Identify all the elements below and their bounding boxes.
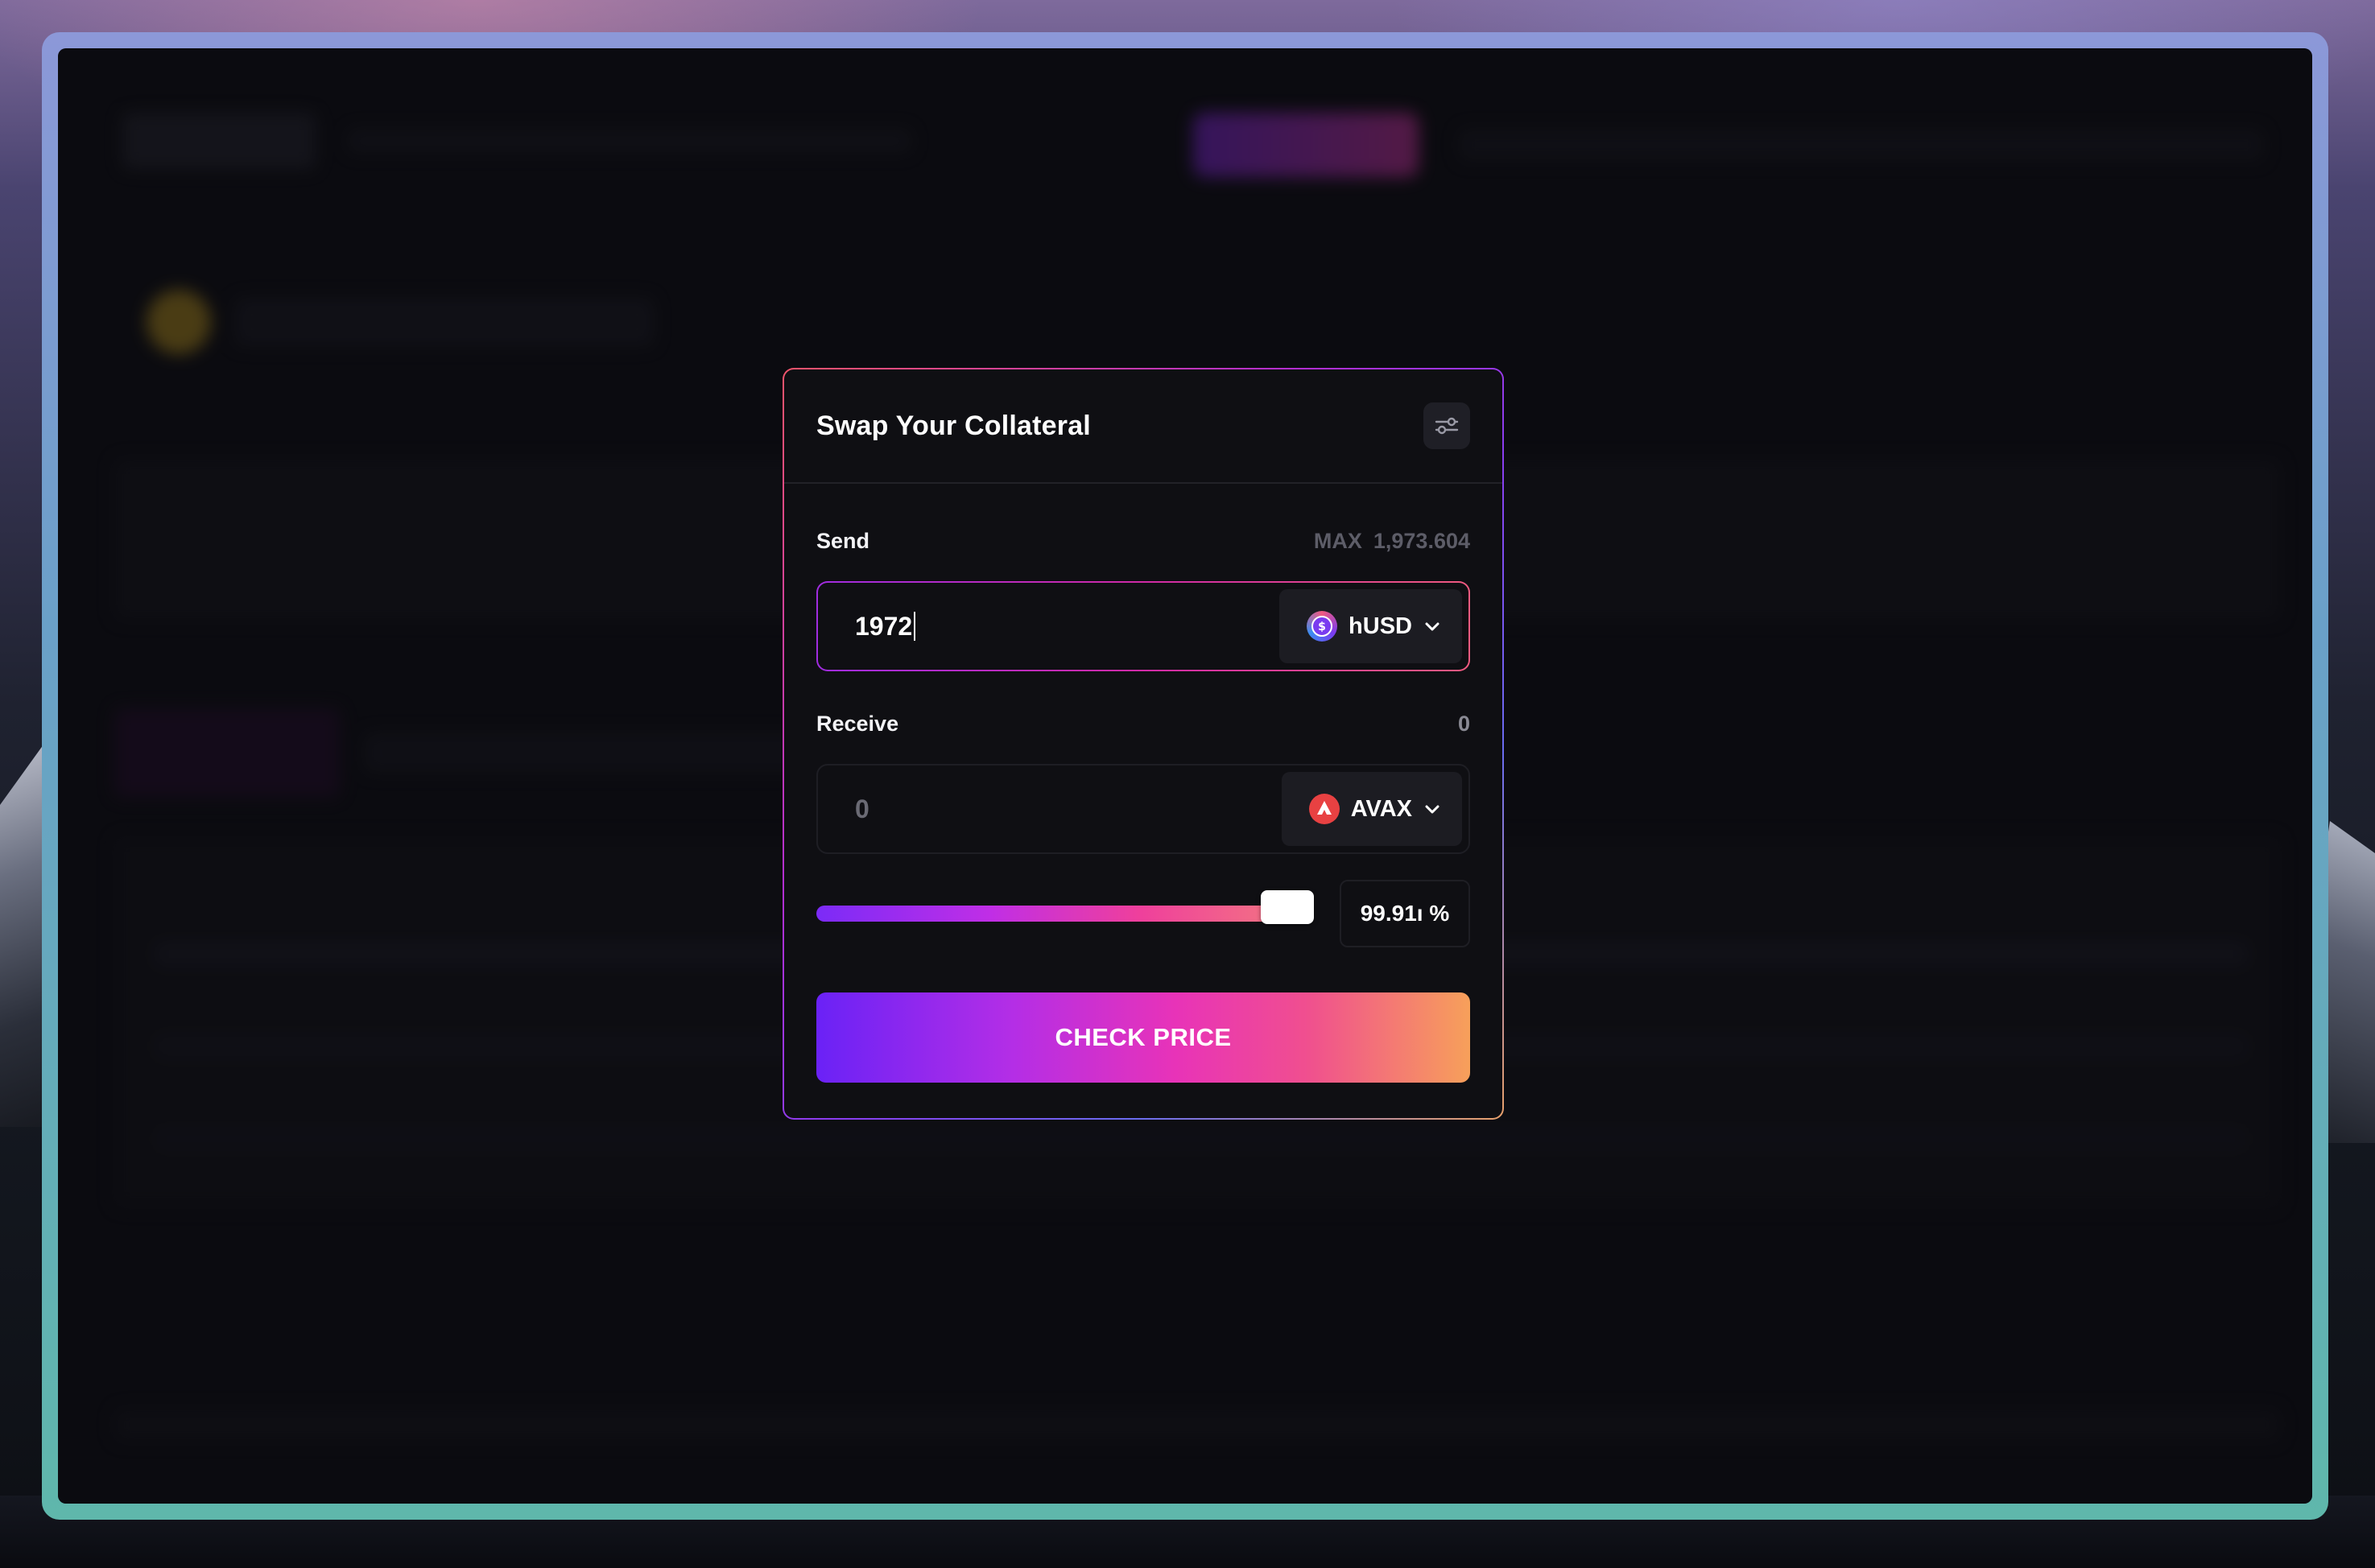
sliders-icon	[1435, 417, 1459, 435]
max-label[interactable]: MAX	[1314, 529, 1362, 554]
max-value: 1,973.604	[1373, 529, 1470, 553]
modal-header: Swap Your Collateral	[784, 369, 1502, 484]
settings-button[interactable]	[1423, 402, 1470, 449]
modal-body: Send MAX 1,973.604 1972 $ hUSD Receive 0…	[784, 484, 1502, 1083]
percent-slider-row: 99.91ı %	[816, 880, 1470, 947]
husd-token-icon: $	[1307, 611, 1338, 642]
chevron-down-icon	[1425, 805, 1439, 814]
receive-amount-input[interactable]: 0	[855, 794, 869, 824]
send-input-box: 1972 $ hUSD	[816, 581, 1470, 671]
text-caret	[914, 612, 916, 641]
receive-amount-value: 0	[855, 794, 869, 823]
send-token-name: hUSD	[1349, 613, 1412, 639]
svg-text:$: $	[1318, 621, 1326, 633]
send-token-selector[interactable]: $ hUSD	[1279, 589, 1462, 663]
percent-slider-track[interactable]	[816, 890, 1314, 924]
receive-balance: 0	[1457, 712, 1470, 736]
check-price-label: CHECK PRICE	[1055, 1023, 1232, 1051]
receive-token-selector[interactable]: AVAX	[1281, 772, 1462, 846]
receive-input-box: 0 AVAX	[816, 764, 1470, 854]
send-amount-value: 1972	[855, 611, 913, 641]
send-amount-input[interactable]: 1972	[855, 611, 916, 642]
chevron-down-icon	[1425, 622, 1439, 631]
percent-value: 99.91ı %	[1360, 901, 1450, 926]
percent-slider-handle[interactable]	[1261, 890, 1314, 924]
send-header: Send MAX 1,973.604	[816, 529, 1470, 554]
send-input-inner: 1972 $ hUSD	[818, 583, 1468, 670]
receive-token-name: AVAX	[1350, 795, 1412, 822]
send-label: Send	[816, 529, 870, 553]
receive-label: Receive	[816, 712, 899, 736]
max-balance[interactable]: MAX 1,973.604	[1314, 529, 1470, 554]
receive-header: Receive 0	[816, 712, 1470, 737]
check-price-button[interactable]: CHECK PRICE	[816, 992, 1470, 1083]
modal-panel: Swap Your Collateral Send MAX 1,973.604	[784, 369, 1502, 1118]
swap-collateral-modal: Swap Your Collateral Send MAX 1,973.604	[783, 368, 1504, 1120]
avax-token-icon	[1308, 794, 1340, 824]
percent-input[interactable]: 99.91ı %	[1340, 880, 1470, 947]
modal-title: Swap Your Collateral	[816, 410, 1091, 441]
